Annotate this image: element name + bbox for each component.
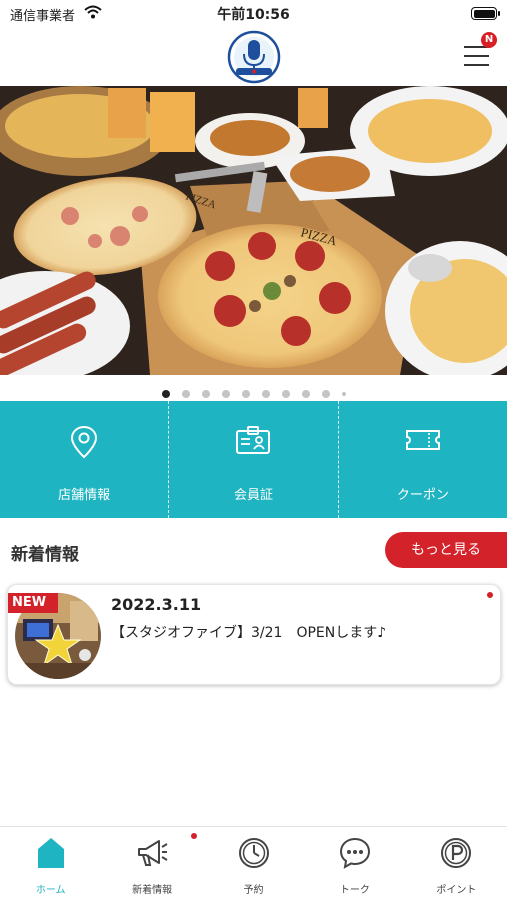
carousel-pager [0,383,507,398]
clock-icon [238,837,270,873]
microphone-logo-icon[interactable] [227,30,281,84]
battery-icon [471,7,500,20]
menu-icon-bar [464,64,489,66]
pizza-photo: PIZZA PIZZA [0,86,507,375]
carousel-dot[interactable] [341,391,346,396]
carousel-dot[interactable] [181,389,190,398]
news-section-title: 新着情報 [11,545,79,565]
news-tab-unread-indicator [191,833,197,839]
carousel-dot[interactable] [161,389,170,398]
carousel-dot[interactable] [301,389,310,398]
carousel-dot[interactable] [281,389,290,398]
carousel-dot[interactable] [201,389,210,398]
tab-label: 新着情報 [132,885,173,896]
carousel-dot[interactable] [221,389,230,398]
status-time: 午前10:56 [217,7,290,23]
megaphone-icon [135,837,169,873]
home-icon [36,837,66,873]
news-title: 【スタジオファイブ】3/21 OPENします♪ [111,625,387,641]
bottom-tab-bar: ホーム 新着情報 予約 トーク ポイント [0,826,507,900]
quick-menu-label: 店舗情報 [58,488,111,503]
tab-home[interactable]: ホーム [0,827,101,900]
news-list-item[interactable]: NEW 2022.3.11 【スタジオファイブ】3/21 OPENします♪ [7,584,501,685]
tab-reservation[interactable]: 予約 [203,827,304,900]
new-badge: NEW [8,593,58,613]
carousel-dot[interactable] [321,389,330,398]
quick-menu: 店舗情報 会員証 クーポン [0,401,507,518]
quick-menu-coupon[interactable]: クーポン [337,401,507,518]
news-date: 2022.3.11 [111,595,202,614]
quick-menu-store-info[interactable]: 店舗情報 [0,401,168,518]
quick-menu-member-card[interactable]: 会員証 [168,401,337,518]
coupon-icon [405,425,441,459]
map-pin-icon [69,425,99,463]
hero-carousel[interactable]: PIZZA PIZZA [0,86,507,375]
quick-menu-label: クーポン [396,488,449,503]
more-news-button[interactable]: もっと見る [385,532,507,568]
app-screen: 通信事業者 午前10:56 N PIZZA PIZZA 店舗情報 会員証 クーポ… [0,0,507,900]
app-header: N [0,28,507,86]
carousel-dot[interactable] [241,389,250,398]
hamburger-menu-button[interactable]: N [461,32,497,70]
tab-label: ホーム [35,885,66,896]
tab-label: ポイント [436,885,477,896]
notification-badge: N [481,32,497,48]
tab-points[interactable]: ポイント [406,827,507,900]
status-bar: 通信事業者 午前10:56 [0,0,507,28]
tab-talk[interactable]: トーク [304,827,405,900]
chat-bubble-icon [339,837,371,873]
quick-menu-label: 会員証 [233,488,273,503]
unread-indicator [487,592,493,598]
carousel-dot[interactable] [261,389,270,398]
tab-label: 予約 [243,885,264,896]
tab-news[interactable]: 新着情報 [101,827,202,900]
member-card-icon [235,425,271,459]
tab-label: トーク [339,885,370,896]
menu-icon-bar [464,55,489,57]
points-icon [440,837,472,873]
